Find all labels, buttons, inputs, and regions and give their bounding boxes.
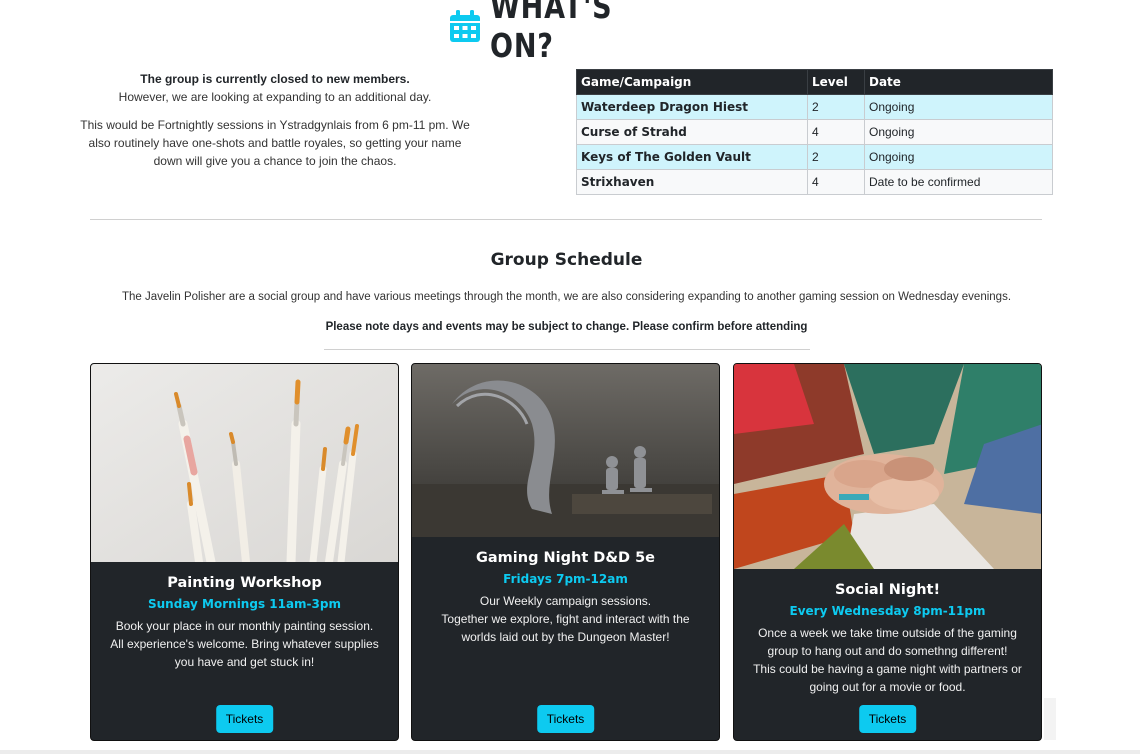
section-divider bbox=[90, 219, 1042, 220]
campaign-name: Waterdeep Dragon Hiest bbox=[576, 94, 808, 120]
table-row: Waterdeep Dragon Hiest 2 Ongoing bbox=[576, 94, 1053, 120]
card-body: Social Night! Every Wednesday 8pm-11pm O… bbox=[734, 582, 1041, 696]
campaign-date: Date to be confirmed bbox=[864, 169, 1053, 195]
card-body: Painting Workshop Sunday Mornings 11am-3… bbox=[91, 575, 398, 671]
campaign-level: 2 bbox=[807, 94, 865, 120]
expanding-notice: However, we are looking at expanding to … bbox=[118, 90, 432, 104]
campaign-name: Strixhaven bbox=[576, 169, 808, 195]
campaign-level: 4 bbox=[807, 119, 865, 145]
table-row: Keys of The Golden Vault 2 Ongoing bbox=[576, 144, 1053, 170]
page-bottom-strip bbox=[0, 750, 1140, 754]
card-description: Our Weekly campaign sessions. Together we… bbox=[441, 594, 690, 644]
schedule-divider bbox=[324, 349, 810, 350]
calendar-icon bbox=[450, 10, 480, 42]
event-card-gaming: Gaming Night D&D 5e Fridays 7pm-12am Our… bbox=[411, 363, 720, 741]
page-title: WHAT'S ON? bbox=[490, 0, 613, 65]
closed-notice: The group is currently closed to new mem… bbox=[140, 72, 410, 86]
paintbrushes-image bbox=[91, 364, 398, 562]
tickets-button[interactable]: Tickets bbox=[536, 705, 595, 733]
card-description: Book your place in our monthly painting … bbox=[110, 619, 379, 669]
campaign-level: 4 bbox=[807, 169, 865, 195]
campaign-name: Keys of The Golden Vault bbox=[576, 144, 808, 170]
miniatures-image bbox=[412, 364, 719, 537]
column-header-level: Level bbox=[807, 69, 865, 95]
schedule-title: Group Schedule bbox=[490, 250, 643, 270]
card-description: Once a week we take time outside of the … bbox=[753, 626, 1022, 694]
page-header: WHAT'S ON? bbox=[0, 0, 1140, 65]
page-edge-panel bbox=[1044, 698, 1056, 740]
campaign-name: Curse of Strahd bbox=[576, 119, 808, 145]
schedule-description: The Javelin Polisher are a social group … bbox=[121, 291, 1012, 303]
campaign-date: Ongoing bbox=[864, 94, 1053, 120]
event-card-social: Social Night! Every Wednesday 8pm-11pm O… bbox=[733, 363, 1042, 741]
hands-together-image bbox=[734, 364, 1041, 569]
tickets-button[interactable]: Tickets bbox=[215, 705, 274, 733]
intro-section: The group is currently closed to new mem… bbox=[80, 70, 470, 180]
card-title: Social Night! bbox=[834, 582, 941, 598]
tickets-button[interactable]: Tickets bbox=[858, 705, 917, 733]
card-title: Painting Workshop bbox=[167, 575, 322, 591]
table-header-row: Game/Campaign Level Date bbox=[576, 69, 1053, 95]
schedule-note: Please note days and events may be subje… bbox=[325, 321, 808, 333]
card-schedule: Fridays 7pm-12am bbox=[503, 572, 628, 586]
column-header-date: Date bbox=[864, 69, 1053, 95]
event-card-painting: Painting Workshop Sunday Mornings 11am-3… bbox=[90, 363, 399, 741]
card-schedule: Sunday Mornings 11am-3pm bbox=[148, 597, 341, 611]
table-row: Strixhaven 4 Date to be confirmed bbox=[576, 169, 1053, 195]
campaign-date: Ongoing bbox=[864, 144, 1053, 170]
table-row: Curse of Strahd 4 Ongoing bbox=[576, 119, 1053, 145]
campaign-table: Game/Campaign Level Date Waterdeep Drago… bbox=[576, 69, 1053, 195]
campaign-date: Ongoing bbox=[864, 119, 1053, 145]
session-details: This would be Fortnightly sessions in Ys… bbox=[80, 118, 470, 168]
column-header-campaign: Game/Campaign bbox=[576, 69, 808, 95]
card-body: Gaming Night D&D 5e Fridays 7pm-12am Our… bbox=[412, 550, 719, 646]
campaign-level: 2 bbox=[807, 144, 865, 170]
card-schedule: Every Wednesday 8pm-11pm bbox=[789, 604, 986, 618]
card-title: Gaming Night D&D 5e bbox=[476, 550, 655, 566]
